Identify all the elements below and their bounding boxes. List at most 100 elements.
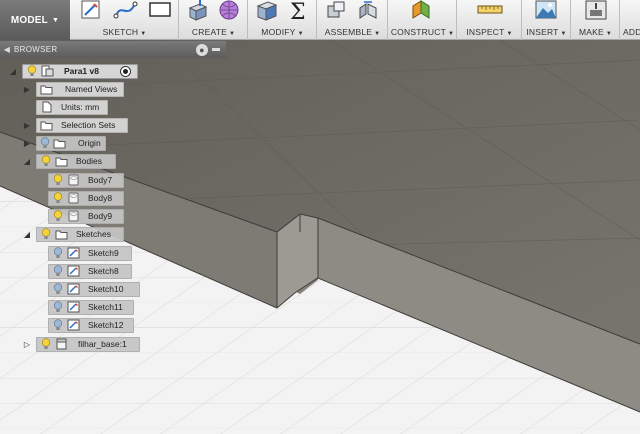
create-form-icon[interactable] bbox=[216, 0, 242, 22]
visibility-bulb-on-icon[interactable] bbox=[52, 192, 64, 205]
tree-item-sketch[interactable]: Sketch12 bbox=[48, 317, 134, 333]
joint-icon[interactable] bbox=[356, 0, 380, 22]
visibility-bulb-off-icon[interactable] bbox=[52, 247, 64, 260]
tree-item-label: Sketch10 bbox=[88, 284, 124, 294]
make-group-label: MAKE bbox=[578, 27, 604, 37]
sketch-rectangle-icon[interactable] bbox=[147, 0, 173, 22]
tree-item-sketch[interactable]: Sketch8 bbox=[48, 263, 132, 279]
tree-item-label: Bodies bbox=[76, 156, 102, 166]
visibility-bulb-on-icon[interactable] bbox=[52, 210, 64, 223]
tree-item-sketch[interactable]: Sketch9 bbox=[48, 245, 132, 261]
tree-item-label: Sketch8 bbox=[88, 266, 119, 276]
tree-item-label: Units: mm bbox=[61, 102, 100, 112]
folder-icon bbox=[40, 119, 53, 131]
tree-root-row[interactable]: ◢ Para1 v8 bbox=[8, 63, 138, 79]
component-icon bbox=[55, 338, 68, 350]
tree-item-origin[interactable]: ▶ Origin bbox=[22, 135, 106, 151]
create-group-label: CREATE bbox=[191, 27, 227, 37]
make-group[interactable]: MAKE ▼ bbox=[572, 0, 620, 40]
expand-arrow-icon[interactable]: ▶ bbox=[22, 84, 32, 94]
inspect-group[interactable]: INSPECT ▼ bbox=[458, 0, 522, 40]
collapse-arrow-icon[interactable]: ◢ bbox=[22, 156, 32, 166]
tree-item-label: Body8 bbox=[88, 193, 113, 203]
sketch-icon bbox=[67, 319, 80, 331]
visibility-bulb-on-icon[interactable] bbox=[26, 65, 38, 78]
sketch-spline-icon[interactable] bbox=[113, 0, 139, 22]
expand-arrow-icon[interactable]: ▶ bbox=[22, 138, 32, 148]
visibility-bulb-off-icon[interactable] bbox=[52, 319, 64, 332]
visibility-bulb-off-icon[interactable] bbox=[52, 265, 64, 278]
tree-item-bodies[interactable]: ◢ Bodies bbox=[22, 153, 116, 169]
expand-arrow-icon[interactable]: ▶ bbox=[22, 120, 32, 130]
browser-menu-icon[interactable] bbox=[212, 48, 220, 51]
extrude-icon[interactable] bbox=[186, 0, 210, 22]
add-ins-group[interactable]: ADD bbox=[621, 0, 640, 40]
construct-group-label: CONSTRUCT bbox=[390, 27, 447, 37]
folder-icon bbox=[53, 137, 66, 149]
toolbar: MODEL ▼ SKETCH ▼ CREATE ▼ Σ MODIFY ▼ ASS… bbox=[0, 0, 640, 40]
tree-item-body[interactable]: Body7 bbox=[48, 172, 124, 188]
sketch-icon bbox=[67, 283, 80, 295]
tree-item-label: Body9 bbox=[88, 211, 113, 221]
tree-item-sketch[interactable]: Sketch11 bbox=[48, 299, 134, 315]
sketch-icon bbox=[67, 265, 80, 277]
tree-item-label: Origin bbox=[78, 138, 101, 148]
root-component-label: Para1 v8 bbox=[64, 66, 99, 76]
visibility-bulb-on-icon[interactable] bbox=[52, 174, 64, 187]
insert-image-icon[interactable] bbox=[533, 0, 559, 22]
folder-icon bbox=[40, 83, 53, 95]
sketch-group-label: SKETCH bbox=[102, 27, 139, 37]
tree-item-selection-sets[interactable]: ▶ Selection Sets bbox=[22, 117, 128, 133]
inspect-group-label: INSPECT bbox=[466, 27, 505, 37]
collapse-arrow-icon[interactable]: ◢ bbox=[8, 66, 18, 76]
insert-group-label: INSERT bbox=[526, 27, 559, 37]
browser-title: BROWSER bbox=[14, 45, 58, 54]
insert-group[interactable]: INSERT ▼ bbox=[523, 0, 571, 40]
tree-item-label: filhar_base:1 bbox=[78, 339, 127, 349]
folder-icon bbox=[55, 155, 68, 167]
sketch-icon bbox=[67, 247, 80, 259]
workspace-mode-label: MODEL bbox=[10, 14, 48, 26]
body-icon bbox=[67, 192, 80, 204]
component-doc-icon bbox=[41, 65, 54, 77]
assemble-group[interactable]: ASSEMBLE ▼ bbox=[318, 0, 388, 40]
tree-item-units[interactable]: Units: mm bbox=[22, 99, 108, 115]
sketch-group[interactable]: SKETCH ▼ bbox=[71, 0, 179, 40]
offset-plane-icon[interactable] bbox=[409, 0, 435, 22]
tree-item-sketches[interactable]: ◢ Sketches bbox=[22, 226, 124, 242]
modify-group[interactable]: Σ MODIFY ▼ bbox=[249, 0, 317, 40]
collapse-arrow-icon[interactable]: ◢ bbox=[22, 229, 32, 239]
tree-item-label: Sketch11 bbox=[88, 302, 123, 312]
press-pull-icon[interactable] bbox=[254, 0, 280, 22]
measure-icon[interactable] bbox=[476, 0, 504, 22]
compute-all-icon[interactable]: Σ bbox=[287, 0, 311, 22]
visibility-bulb-on-icon[interactable] bbox=[40, 228, 52, 241]
tree-item-named-views[interactable]: ▶ Named Views bbox=[22, 81, 124, 97]
visibility-bulb-off-icon[interactable] bbox=[52, 301, 64, 314]
workspace-mode-button[interactable]: MODEL ▼ bbox=[0, 0, 70, 40]
create-group[interactable]: CREATE ▼ bbox=[180, 0, 248, 40]
modify-group-label: MODIFY bbox=[261, 27, 296, 37]
tree-item-body[interactable]: Body9 bbox=[48, 208, 124, 224]
collapse-browser-icon[interactable]: ◀ bbox=[0, 45, 14, 54]
assemble-group-label: ASSEMBLE bbox=[324, 27, 373, 37]
body-icon bbox=[67, 210, 80, 222]
construct-group[interactable]: CONSTRUCT ▼ bbox=[389, 0, 457, 40]
tree-item-label: Selection Sets bbox=[61, 120, 116, 130]
3d-print-icon[interactable] bbox=[583, 0, 609, 22]
browser-pin-icon[interactable]: ● bbox=[196, 43, 208, 56]
tree-item-component[interactable]: ▷ filhar_base:1 bbox=[22, 336, 140, 352]
activate-radio-icon[interactable] bbox=[120, 65, 131, 77]
tree-item-sketch[interactable]: Sketch10 bbox=[48, 281, 140, 297]
expand-arrow-icon[interactable]: ▷ bbox=[22, 339, 32, 349]
visibility-bulb-off-icon[interactable] bbox=[40, 137, 50, 150]
new-component-icon[interactable] bbox=[324, 0, 348, 22]
visibility-bulb-off-icon[interactable] bbox=[52, 283, 64, 296]
visibility-bulb-on-icon[interactable] bbox=[40, 155, 52, 168]
tree-item-body[interactable]: Body8 bbox=[48, 190, 124, 206]
visibility-bulb-on-icon[interactable] bbox=[40, 338, 52, 351]
browser-header[interactable]: ◀ BROWSER ● bbox=[0, 41, 226, 58]
create-sketch-icon[interactable] bbox=[79, 0, 103, 22]
folder-icon bbox=[55, 228, 68, 240]
tree-item-label: Sketch12 bbox=[88, 320, 124, 330]
